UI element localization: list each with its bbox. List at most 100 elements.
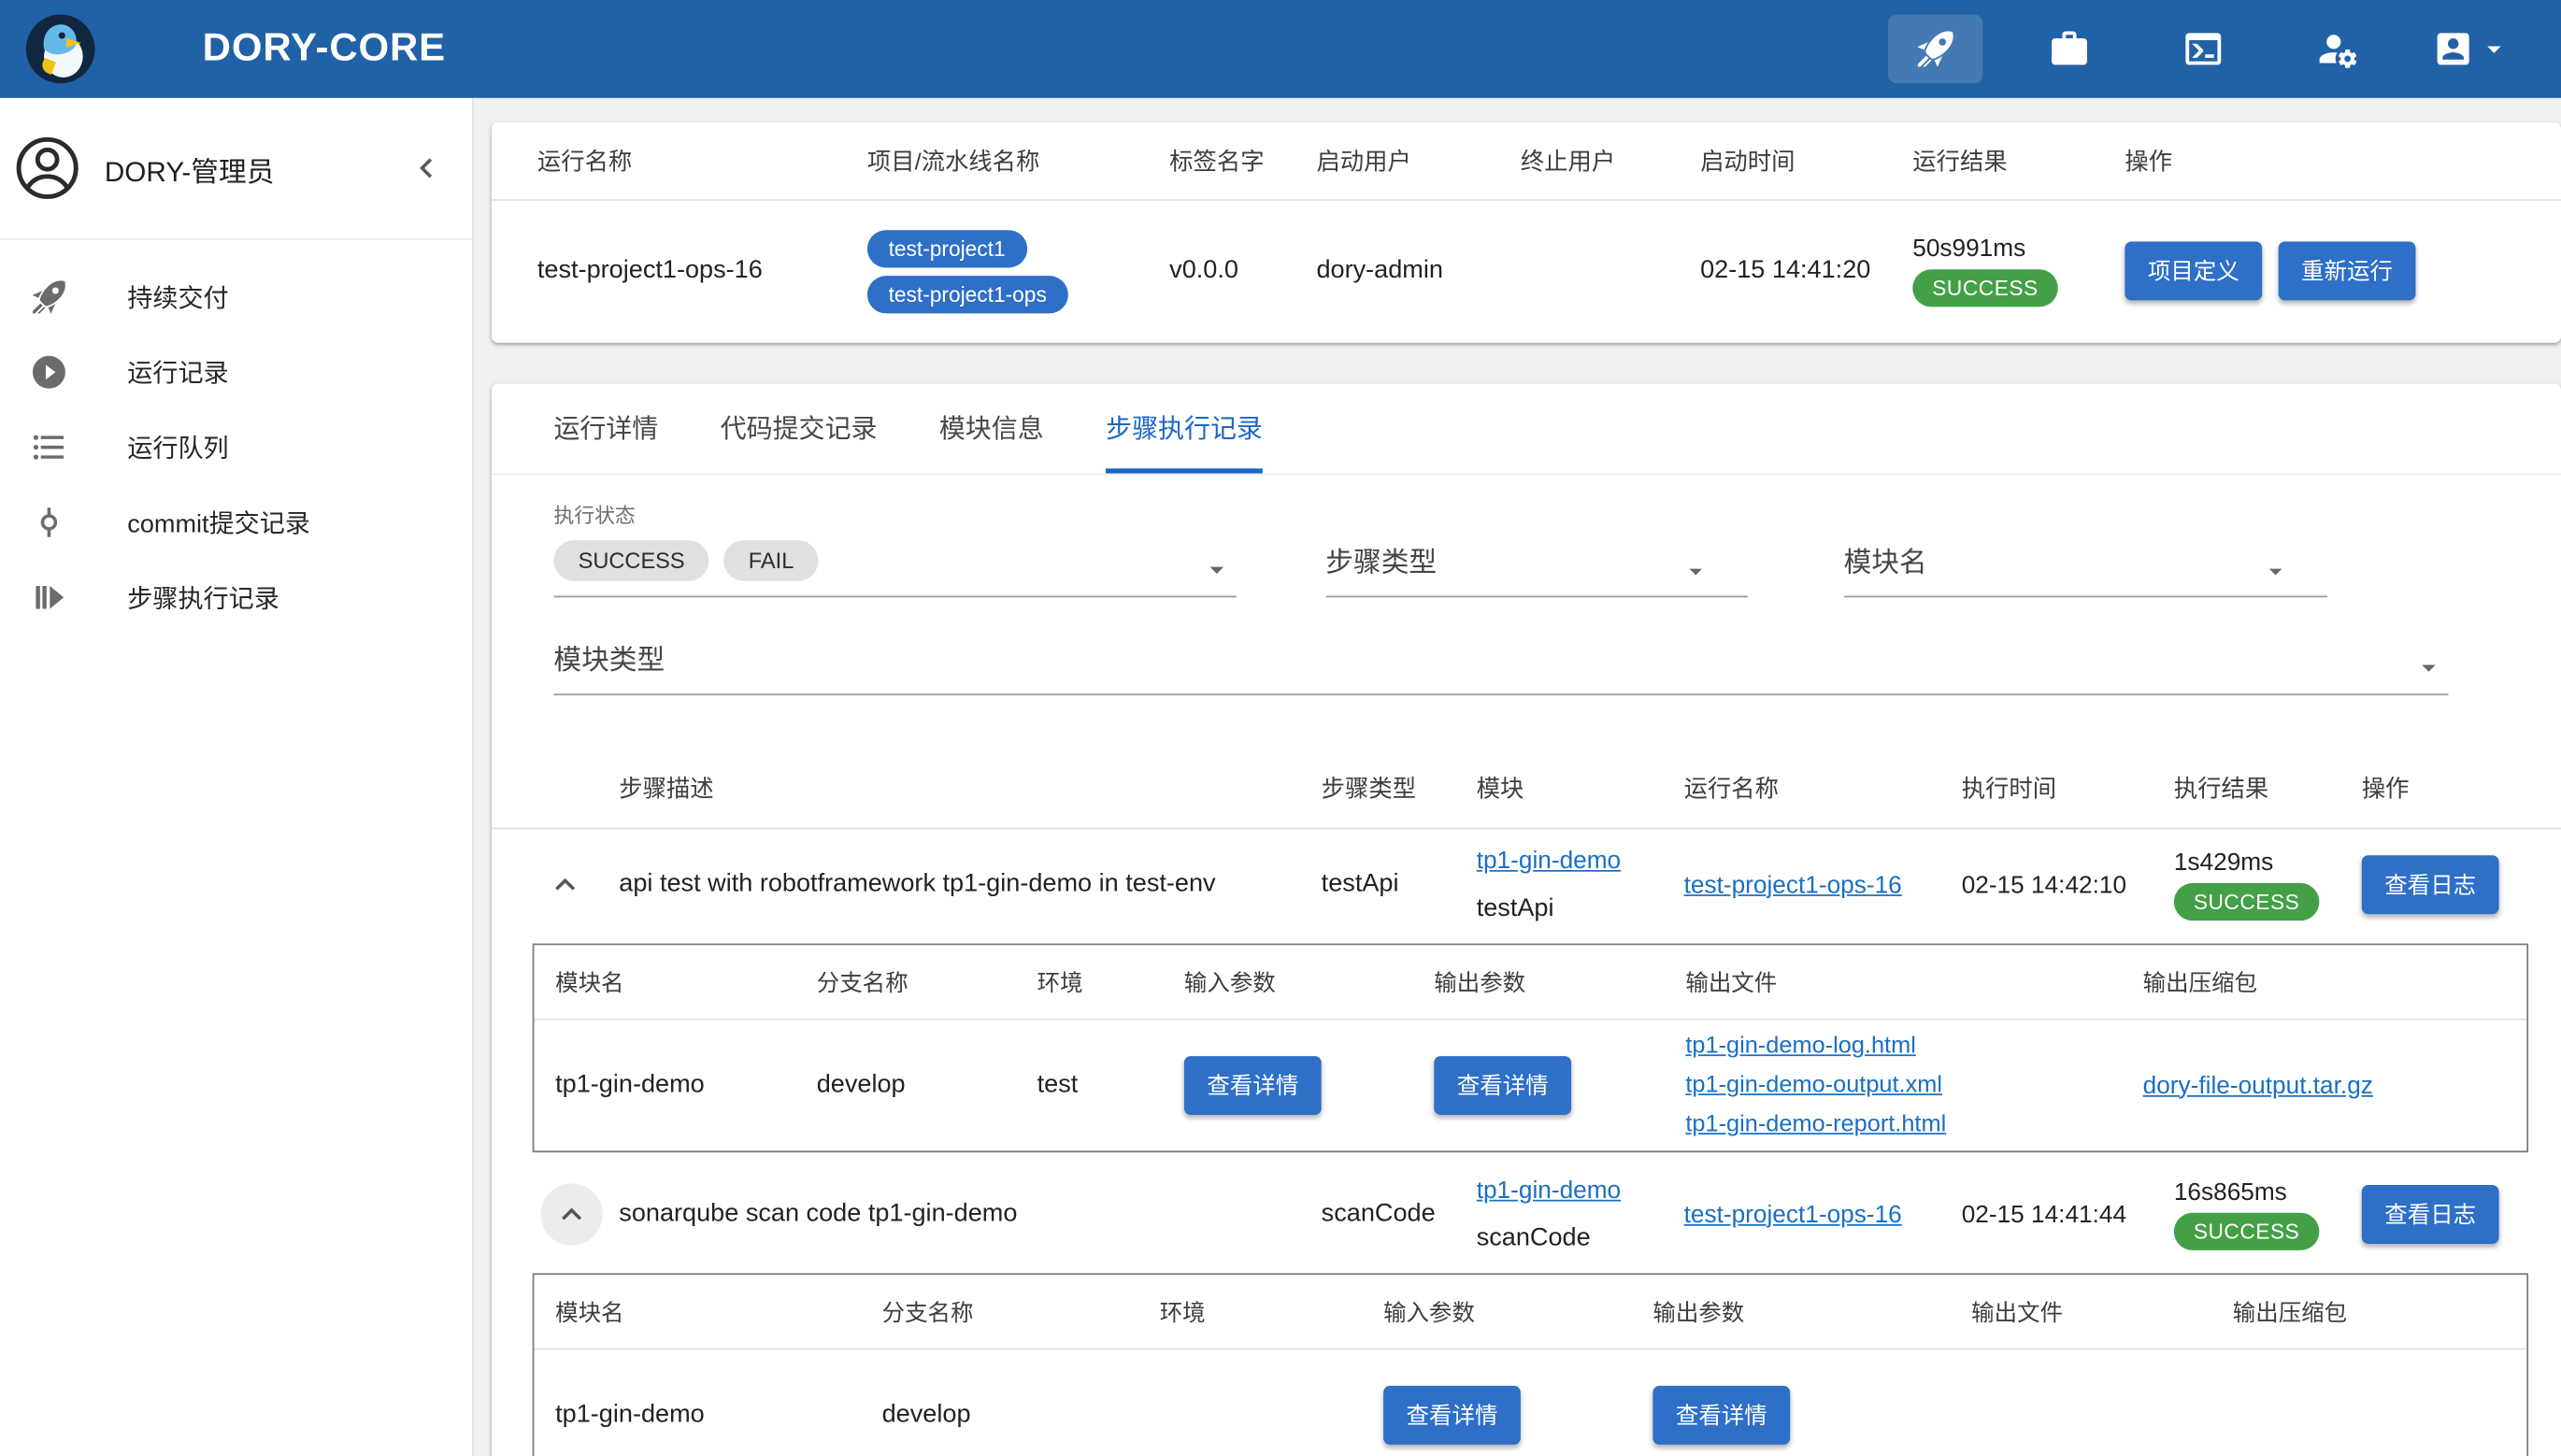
sidebar-collapse-button[interactable] [407,149,446,188]
step-row-testapi: api test with robotframework tp1-gin-dem… [492,829,2561,940]
detail-table-header: 模块名 分支名称 环境 输入参数 输出参数 输出文件 输出压缩包 [534,1275,2526,1349]
exec-time: 02-15 14:41:44 [1962,1201,2174,1229]
view-log-button[interactable]: 查看日志 [2362,1185,2499,1244]
col-header-module-name: 模块名 [555,965,817,998]
exec-status-chip-fail[interactable]: FAIL [724,540,819,581]
output-file-link[interactable]: tp1-gin-demo-output.xml [1685,1066,1942,1106]
step-row-scancode: sonarqube scan code tp1-gin-demo scanCod… [492,1159,2561,1270]
chevron-left-icon [407,149,446,188]
col-header-exec-time: 执行时间 [1962,770,2174,805]
project-define-button[interactable]: 项目定义 [2125,242,2262,301]
main-content: 运行名称 项目/流水线名称 标签名字 启动用户 终止用户 启动时间 运行结果 操… [476,98,2561,1456]
detail-branch: develop [882,1401,1160,1430]
account-menu-button[interactable] [2424,15,2518,83]
page-title: DORY-CORE [203,26,446,72]
pipeline-chip[interactable]: test-project1-ops [867,275,1068,312]
sidebar-item-run-records[interactable]: 运行记录 [0,335,472,409]
app-logo[interactable] [22,11,97,86]
sidebar-item-step-records[interactable]: 步骤执行记录 [0,560,472,635]
detail-table-row: tp1-gin-demo develop test 查看详情 查看详情 tp1-… [534,1021,2526,1151]
tab-step-records[interactable]: 步骤执行记录 [1106,383,1263,473]
module-name-select[interactable]: 模块名 [1844,538,2327,597]
step-detail-table-scancode: 模块名 分支名称 环境 输入参数 输出参数 输出文件 输出压缩包 tp1-gin… [533,1273,2528,1456]
view-log-button[interactable]: 查看日志 [2362,855,2499,914]
step-type: testApi [1322,870,1477,899]
tab-commit-records[interactable]: 代码提交记录 [721,383,878,473]
project-chip[interactable]: test-project1 [867,229,1026,266]
run-name-link[interactable]: test-project1-ops-16 [1684,871,1962,899]
view-input-detail-button[interactable]: 查看详情 [1383,1386,1521,1445]
rocket-icon [29,278,68,317]
step-duration: 1s429ms [2174,849,2273,877]
output-archive-link[interactable]: dory-file-output.tar.gz [2143,1072,2506,1100]
sidebar-item-continuous-delivery[interactable]: 持续交付 [0,260,472,335]
collapse-row-button[interactable] [540,1183,602,1245]
status-badge: SUCCESS [1912,269,2057,307]
detail-tabs: 运行详情 代码提交记录 模块信息 步骤执行记录 [492,383,2561,475]
view-output-detail-button[interactable]: 查看详情 [1652,1386,1790,1445]
detail-table-header: 模块名 分支名称 环境 输入参数 输出参数 输出文件 输出压缩包 [534,945,2526,1020]
detail-env: test [1037,1071,1184,1100]
step-detail-table-testapi: 模块名 分支名称 环境 输入参数 输出参数 输出文件 输出压缩包 tp1-gin… [533,944,2528,1153]
app-root: DORY-CORE [0,0,2561,1456]
play-circle-icon [29,352,68,392]
step-type: scanCode [1322,1200,1477,1229]
dropdown-caret-icon [2412,651,2445,684]
module-type-label: 模块类型 [553,636,2448,693]
module-type-select[interactable]: 模块类型 [553,636,2448,695]
col-header-run-name: 运行名称 [1684,770,1962,805]
detail-branch: develop [817,1071,1037,1100]
collapse-row-button[interactable] [540,860,589,908]
tag-name: v0.0.0 [1169,256,1316,285]
col-header-branch: 分支名称 [882,1295,1160,1328]
view-input-detail-button[interactable]: 查看详情 [1184,1056,1322,1115]
col-header-exec-result: 执行结果 [2174,770,2362,805]
exec-result: 16s865ms SUCCESS [2174,1178,2362,1250]
rerun-button[interactable]: 重新运行 [2279,242,2416,301]
step-description: sonarqube scan code tp1-gin-demo [619,1200,1321,1229]
sidebar-item-commit-records[interactable]: commit提交记录 [0,485,472,560]
stage: DORY-CORE [0,0,2561,1456]
account-box-icon [2432,28,2474,70]
run-result: 50s991ms SUCCESS [1912,236,2125,307]
run-name-link[interactable]: test-project1-ops-16 [1684,1201,1962,1229]
col-header-actions: 操作 [2125,144,2544,178]
run-table-row: test-project1-ops-16 test-project1 test-… [492,201,2561,341]
nav-projects-button[interactable] [2022,15,2116,83]
nav-delivery-button[interactable] [1888,15,1982,83]
run-duration: 50s991ms [1912,236,2025,264]
col-header-output-files: 输出文件 [1685,965,2142,998]
exec-time: 02-15 14:42:10 [1962,871,2174,899]
detail-input-params: 查看详情 [1184,1056,1434,1115]
col-header-project-pipeline: 项目/流水线名称 [867,144,1169,178]
dropdown-caret-icon [1681,555,1711,588]
output-file-link[interactable]: tp1-gin-demo-report.html [1685,1105,1946,1144]
run-name: test-project1-ops-16 [537,256,867,285]
col-header-env: 环境 [1037,965,1184,998]
sidebar-nav: 持续交付 运行记录 运行队列 commit提交记录 步骤执行记录 [0,240,472,635]
step-description: api test with robotframework tp1-gin-dem… [619,870,1321,899]
sidebar-item-label: 持续交付 [127,279,228,315]
exec-status-chips: SUCCESS FAIL [553,540,1236,581]
project-pipeline-chips: test-project1 test-project1-ops [867,229,1169,312]
step-duration: 16s865ms [2174,1178,2287,1206]
nav-admin-button[interactable] [2290,15,2384,83]
step-actions: 查看日志 [2362,855,2537,914]
penguin-logo-icon [24,13,96,85]
exec-status-select[interactable]: 执行状态 SUCCESS FAIL [553,498,1236,598]
col-header-input-params: 输入参数 [1184,965,1434,998]
nav-console-button[interactable] [2156,15,2251,83]
sidebar-item-run-queue[interactable]: 运行队列 [0,409,472,484]
module-cell: tp1-gin-demo scanCode [1477,1167,1684,1262]
tab-run-detail[interactable]: 运行详情 [553,383,658,473]
module-link[interactable]: tp1-gin-demo [1477,837,1621,885]
tab-module-info[interactable]: 模块信息 [939,383,1044,473]
exec-status-chip-success[interactable]: SUCCESS [553,540,708,581]
module-link[interactable]: tp1-gin-demo [1477,1167,1621,1215]
col-header-branch: 分支名称 [817,965,1037,998]
module-cell: tp1-gin-demo testApi [1477,837,1684,932]
view-output-detail-button[interactable]: 查看详情 [1434,1056,1571,1115]
dropdown-caret-icon [1200,553,1233,586]
col-header-run-result: 运行结果 [1912,144,2125,178]
output-file-link[interactable]: tp1-gin-demo-log.html [1685,1027,1915,1066]
